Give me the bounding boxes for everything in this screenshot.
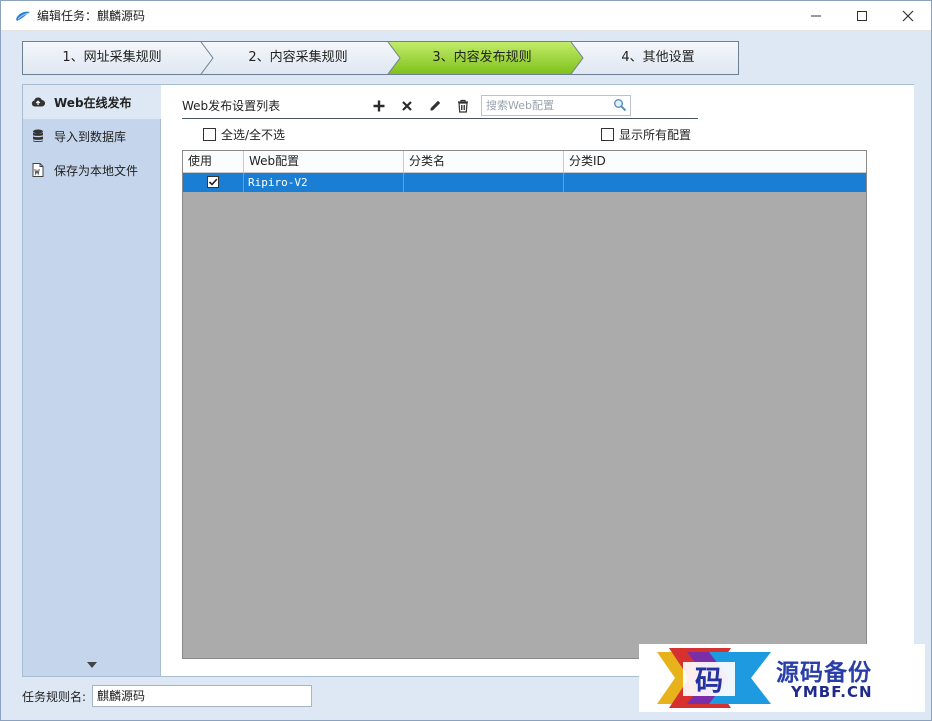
- window-title: 编辑任务：麒麟源码: [37, 9, 146, 23]
- maximize-icon: [857, 10, 867, 21]
- sidebar-item-label: Web在线发布: [54, 95, 132, 110]
- column-header-web-config[interactable]: Web配置: [244, 151, 404, 172]
- edit-config-button[interactable]: [426, 97, 444, 115]
- app-logo-icon: [15, 8, 31, 24]
- column-header-category-name[interactable]: 分类名: [404, 151, 564, 172]
- search-placeholder: 搜索Web配置: [486, 99, 554, 112]
- row-use-checkbox[interactable]: [207, 176, 219, 188]
- minimize-button[interactable]: [793, 1, 839, 31]
- delete-x-icon: [402, 101, 412, 111]
- pencil-icon: [430, 100, 441, 111]
- minimize-icon: [811, 15, 821, 16]
- select-all-checkbox[interactable]: [203, 128, 216, 141]
- table-row[interactable]: Ripiro-V2: [183, 173, 866, 192]
- show-all-configs-checkbox[interactable]: [601, 128, 614, 141]
- web-config-grid[interactable]: 使用 Web配置 分类名 分类ID Ripiro-V2: [182, 150, 867, 659]
- section-title: Web发布设置列表: [182, 99, 281, 113]
- cell-category-id[interactable]: [564, 173, 866, 192]
- step-url-rules[interactable]: 1、网址采集规则: [23, 42, 201, 74]
- task-rule-name-input[interactable]: 麒麟源码: [92, 685, 313, 707]
- sidebar-item-web-publish[interactable]: Web在线发布: [23, 85, 161, 119]
- publish-panel: Web在线发布 导入到数据库 保存为本地文件 Web发布设置列表 搜索Web配置…: [22, 84, 914, 677]
- watermark-emblem-icon: 码: [657, 648, 771, 708]
- watermark-text-en: YMBF.CN: [791, 683, 873, 701]
- maximize-button[interactable]: [839, 1, 885, 31]
- close-button[interactable]: [885, 1, 931, 31]
- delete-config-button[interactable]: [398, 97, 416, 115]
- sidebar-item-label: 导入到数据库: [54, 129, 127, 144]
- show-all-configs-label: 显示所有配置: [619, 128, 692, 142]
- sidebar-item-label: 保存为本地文件: [54, 163, 139, 178]
- close-icon: [902, 10, 914, 21]
- sidebar-item-save-local-file[interactable]: 保存为本地文件: [23, 153, 161, 187]
- checkmark-icon: [208, 178, 218, 186]
- clear-config-button[interactable]: [454, 97, 472, 115]
- plus-icon: [373, 100, 385, 112]
- cell-web-config[interactable]: Ripiro-V2: [244, 173, 404, 192]
- title-bar: 编辑任务：麒麟源码: [1, 1, 931, 31]
- cell-use[interactable]: [183, 173, 244, 192]
- search-icon[interactable]: [613, 98, 627, 112]
- add-config-button[interactable]: [370, 97, 388, 115]
- search-web-config-input[interactable]: 搜索Web配置: [481, 95, 631, 116]
- watermark-logo: 码 源码备份 YMBF.CN: [639, 644, 925, 712]
- show-all-configs-toggle[interactable]: 显示所有配置: [601, 126, 691, 143]
- task-rule-name-row: 任务规则名: 麒麟源码: [22, 685, 313, 707]
- step-content-rules[interactable]: 2、内容采集规则: [209, 42, 387, 74]
- cloud-upload-icon: [31, 95, 45, 109]
- select-all-label: 全选/全不选: [221, 128, 286, 142]
- web-publish-content: Web发布设置列表 搜索Web配置 全选/全不选 显示所有配置 使用 Web配置…: [182, 85, 914, 676]
- step-wizard: 1、网址采集规则 2、内容采集规则 3、内容发布规则 4、其他设置: [22, 41, 739, 75]
- task-rule-name-label: 任务规则名:: [22, 689, 87, 704]
- watermark-glyph: 码: [695, 664, 723, 697]
- trash-icon: [458, 99, 468, 113]
- edit-task-window: 编辑任务：麒麟源码 1、网址采集规则 2、内容采集规则 3、内容发布规则 4、其…: [0, 0, 932, 721]
- section-divider: [182, 118, 698, 119]
- cell-category-name[interactable]: [404, 173, 564, 192]
- step-publish-rules[interactable]: 3、内容发布规则: [396, 42, 568, 74]
- database-icon: [31, 129, 45, 143]
- grid-header: 使用 Web配置 分类名 分类ID: [183, 151, 866, 173]
- sidebar-item-database-import[interactable]: 导入到数据库: [23, 119, 161, 153]
- select-all-toggle[interactable]: 全选/全不选: [203, 126, 285, 143]
- file-word-icon: [31, 163, 45, 177]
- column-header-category-id[interactable]: 分类ID: [564, 151, 866, 172]
- column-header-use[interactable]: 使用: [183, 151, 244, 172]
- step-other-settings[interactable]: 4、其他设置: [579, 42, 737, 74]
- publish-method-sidebar: Web在线发布 导入到数据库 保存为本地文件: [23, 85, 161, 676]
- watermark-text-cn: 源码备份: [776, 659, 872, 686]
- sidebar-scroll-down-arrow[interactable]: [87, 662, 97, 668]
